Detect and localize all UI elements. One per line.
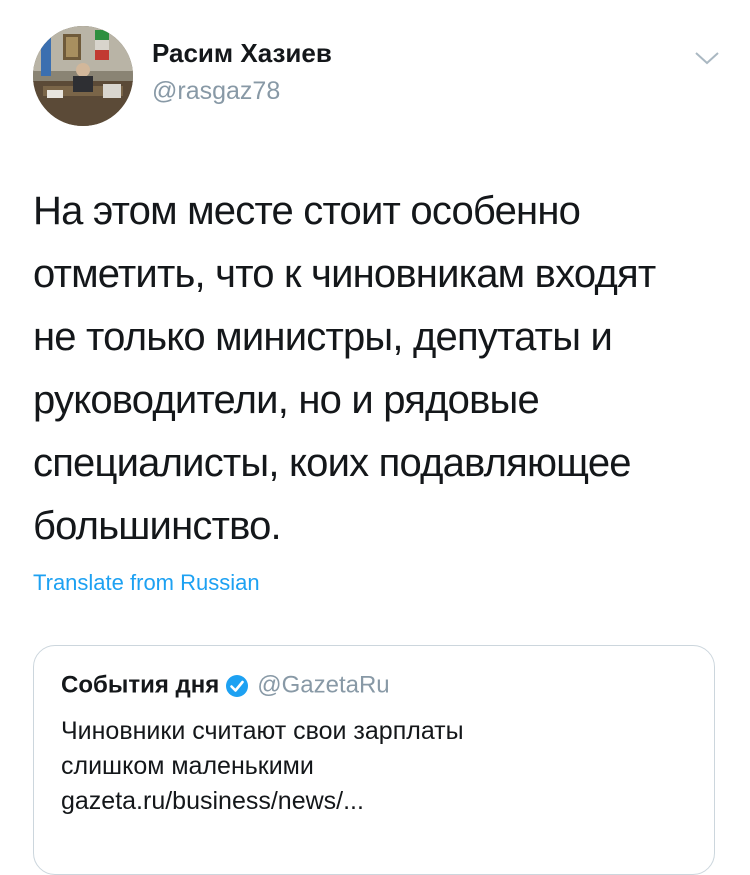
- tweet-text-line: На этом месте стоит особенно: [33, 189, 581, 233]
- tweet-text-line: отметить, что к чиновникам входят: [33, 252, 656, 296]
- quoted-link[interactable]: gazeta.ru/business/news/...: [61, 784, 691, 819]
- author-handle[interactable]: @rasgaz78: [152, 77, 280, 106]
- quoted-tweet-text: Чиновники считают свои зарплаты слишком …: [61, 714, 691, 819]
- verified-badge-icon: [225, 674, 249, 698]
- chevron-down-icon[interactable]: [694, 50, 720, 66]
- quoted-author-name: События дня: [61, 671, 220, 699]
- tweet-text-line: руководители, но и рядовые: [33, 378, 540, 422]
- quoted-text-line: Чиновники считают свои зарплаты: [61, 717, 464, 745]
- quoted-tweet-header: События дня @GazetaRu: [61, 671, 390, 700]
- tweet-text: На этом месте стоит особенно отметить, ч…: [33, 180, 733, 558]
- quoted-author-handle: @GazetaRu: [257, 671, 390, 699]
- translate-link[interactable]: Translate from Russian: [33, 570, 260, 596]
- tweet-text-line: специалисты, коих подавляющее: [33, 441, 632, 485]
- quoted-text-line: слишком маленькими: [61, 752, 314, 780]
- author-name[interactable]: Расим Хазиев: [152, 38, 332, 69]
- tweet-text-line: большинство.: [33, 504, 282, 548]
- avatar[interactable]: [33, 26, 133, 126]
- avatar-photo: [33, 26, 133, 126]
- tweet-text-line: не только министры, депутаты и: [33, 315, 613, 359]
- tweet: Расим Хазиев @rasgaz78 На этом месте сто…: [0, 0, 750, 875]
